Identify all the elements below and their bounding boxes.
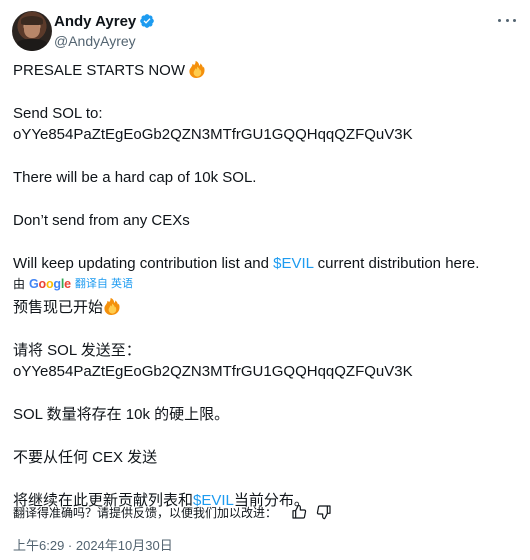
tweet-line-cap: There will be a hard cap of 10k SOL. <box>13 169 257 186</box>
tweet-timestamp[interactable]: 上午6:29 · 2024年10月30日 <box>13 535 173 553</box>
tweet-line-updating: Will keep updating contribution list and… <box>13 255 480 272</box>
fire-emoji-icon <box>189 61 205 78</box>
translation-line-send: 请将 SOL 发送至： <box>13 342 141 359</box>
more-dots-icon[interactable] <box>498 13 516 27</box>
tweet-line-send: Send SOL to: <box>13 105 103 122</box>
tweet-line-presale: PRESALE STARTS NOW <box>13 60 523 81</box>
thumbs-up-icon[interactable] <box>291 504 307 520</box>
handle[interactable]: @AndyAyrey <box>54 32 155 50</box>
tweet-line-address: oYYe854PaZtEgEoGb2QZN3MTfrGU1GQQHqqQZFQu… <box>13 126 413 143</box>
cashtag-evil-link[interactable]: $EVIL <box>273 255 313 272</box>
feedback-question: 翻译得准确吗？请提供反馈，以便我们加以改进： <box>13 505 278 520</box>
google-logo: Google <box>29 276 71 291</box>
translation-line-cap: SOL 数量将存在 10k 的硬上限。 <box>13 406 230 423</box>
thumbs-down-icon[interactable] <box>316 504 332 520</box>
tweet-body: PRESALE STARTS NOW Send SOL to: oYYe854P… <box>13 60 523 511</box>
translation-line-address: oYYe854PaZtEgEoGb2QZN3MTfrGU1GQQHqqQZFQu… <box>13 363 413 380</box>
translated-by-bar: 由 Google 翻译自 英语 <box>13 275 523 293</box>
tweet-line-cex: Don’t send from any CEXs <box>13 212 190 229</box>
translation-feedback: 翻译得准确吗？请提供反馈，以便我们加以改进： <box>13 503 332 521</box>
author-names: Andy Ayrey @AndyAyrey <box>54 12 155 50</box>
fire-emoji-icon <box>104 298 120 315</box>
display-name[interactable]: Andy Ayrey <box>54 13 136 30</box>
translation-line-presale: 预售现已开始 <box>13 297 523 318</box>
translated-from-link[interactable]: 翻译自 英语 <box>75 274 133 295</box>
verified-badge-icon <box>140 14 155 28</box>
tweet-header: Andy Ayrey @AndyAyrey <box>12 11 518 51</box>
avatar[interactable] <box>12 11 52 51</box>
translation-line-cex: 不要从任何 CEX 发送 <box>13 449 158 466</box>
